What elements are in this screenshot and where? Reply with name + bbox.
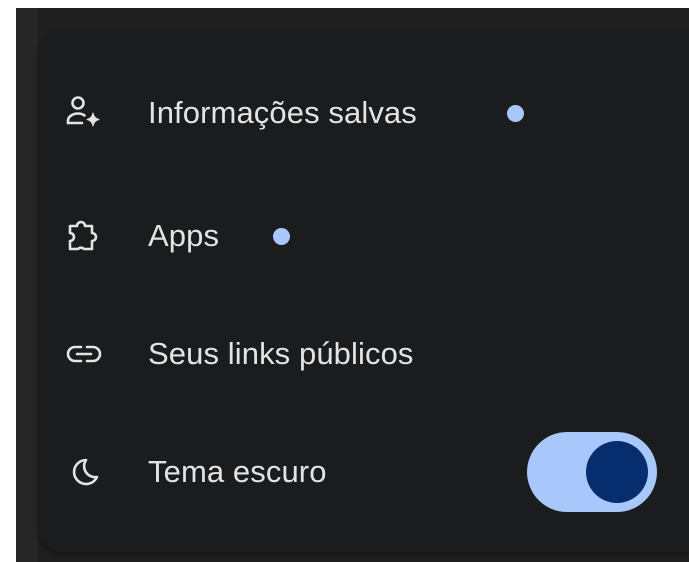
moon-icon — [64, 452, 104, 492]
menu-item-apps[interactable]: Apps — [38, 186, 689, 286]
menu-item-label: Apps — [148, 218, 220, 253]
link-icon — [64, 334, 104, 374]
new-indicator-dot — [273, 227, 290, 245]
menu-item-label: Seus links públicos — [148, 336, 414, 371]
person-sparkle-icon — [64, 93, 104, 133]
toggle-knob — [586, 441, 648, 503]
settings-menu: Informações salvas Apps Seus links públi… — [38, 32, 689, 552]
dark-theme-toggle[interactable] — [527, 432, 657, 512]
new-indicator-dot — [507, 104, 524, 122]
puzzle-icon — [64, 216, 104, 256]
menu-item-public-links[interactable]: Seus links públicos — [38, 304, 689, 404]
menu-item-saved-info[interactable]: Informações salvas — [38, 63, 689, 163]
menu-item-label: Informações salvas — [148, 95, 417, 130]
menu-item-label: Tema escuro — [148, 454, 327, 489]
side-strip — [16, 8, 38, 562]
